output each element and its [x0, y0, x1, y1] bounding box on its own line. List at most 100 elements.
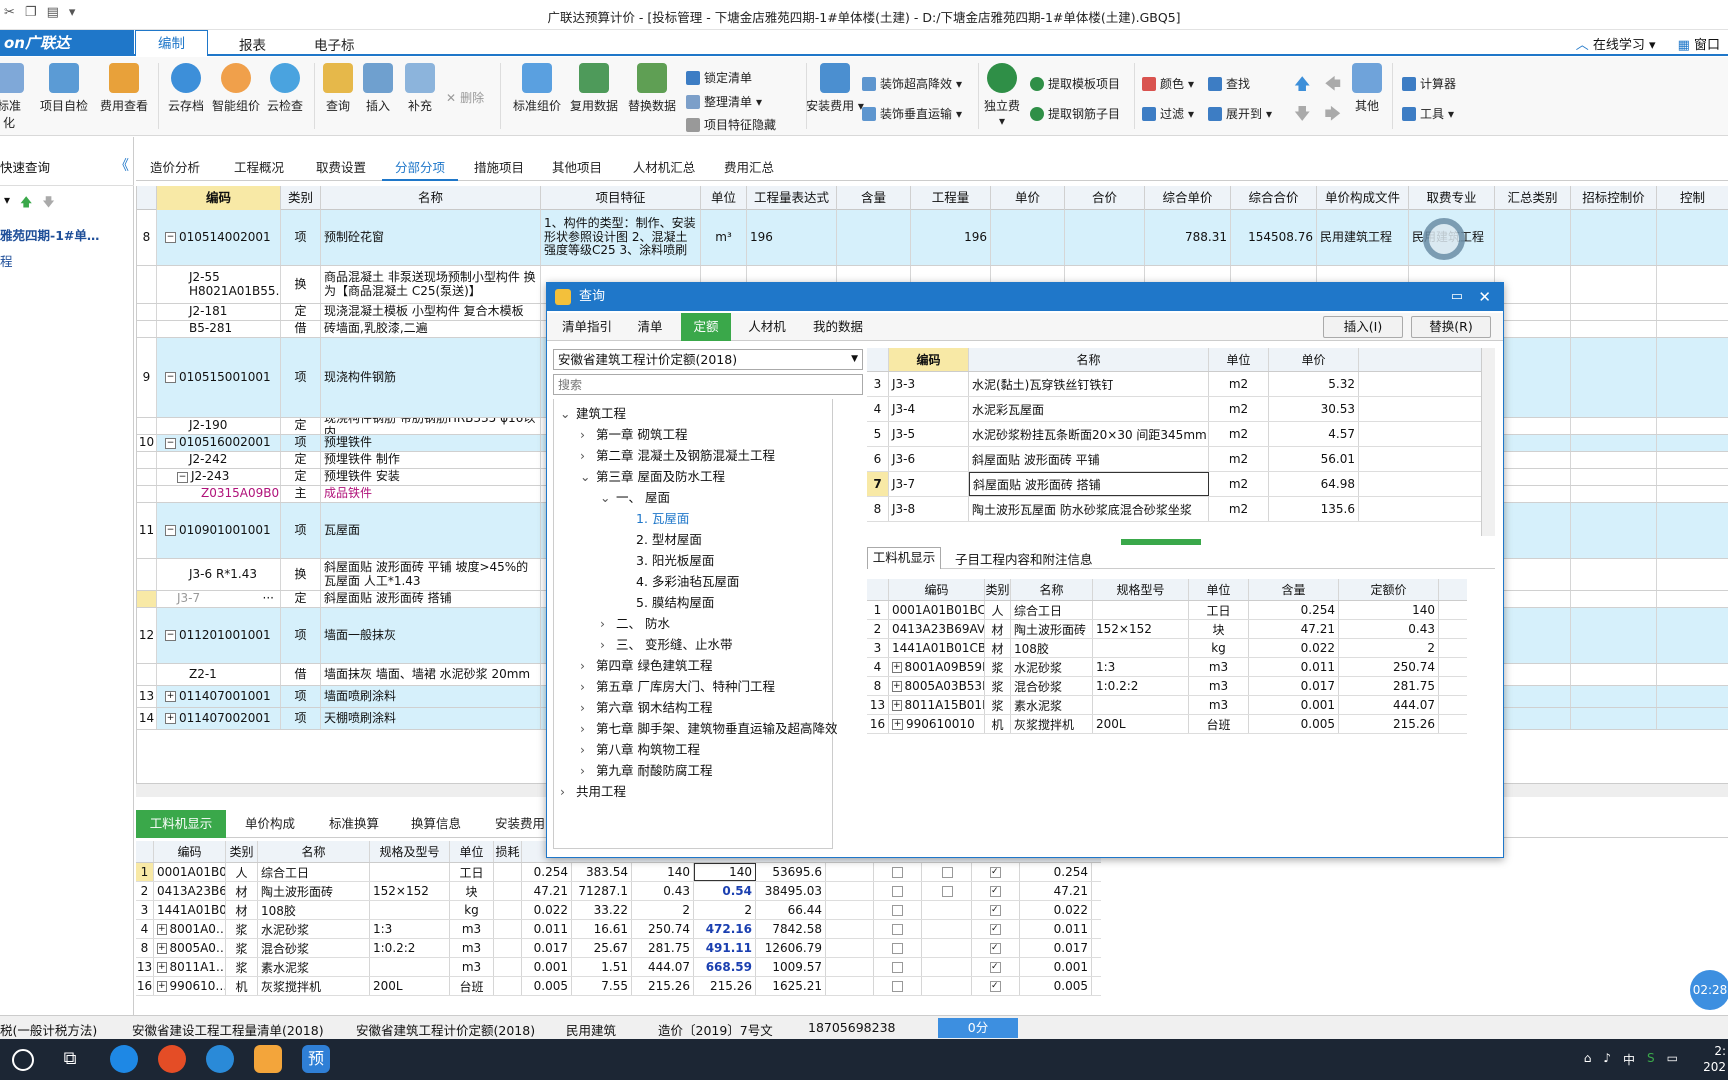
table-cell[interactable]: −010515001001 [157, 338, 281, 417]
table-cell[interactable] [137, 304, 157, 320]
chevron-right-icon[interactable]: › [580, 427, 596, 442]
tab-bill-guide[interactable]: 清单指引 [551, 313, 623, 341]
insert-dialog-button[interactable]: 插入(I) [1323, 316, 1403, 338]
table-cell[interactable]: 383.54 [572, 863, 632, 881]
table-cell[interactable]: 0.43 [632, 882, 694, 900]
table-cell[interactable]: +8011A1… [154, 958, 226, 976]
table-cell[interactable]: 1441A01B0… [154, 901, 226, 919]
table-cell[interactable]: 项 [281, 608, 321, 663]
list-item[interactable]: 1 0001A01B01BC 人综合工日 工日 0.254 140 [867, 601, 1467, 620]
table-cell[interactable]: 定 [281, 469, 321, 485]
table-cell[interactable] [1571, 321, 1657, 337]
table-cell[interactable]: 2 [1339, 639, 1439, 657]
table-cell[interactable] [370, 901, 450, 919]
table-cell[interactable]: 4 [867, 658, 889, 676]
table-cell[interactable] [1657, 338, 1728, 417]
table-cell[interactable] [1495, 486, 1571, 502]
table-cell[interactable]: Z2-1 [157, 664, 281, 685]
table-cell[interactable] [826, 901, 874, 919]
chevron-right-icon[interactable]: › [600, 616, 616, 631]
table-cell[interactable] [1657, 266, 1728, 303]
table-cell[interactable]: m3 [450, 920, 494, 938]
table-cell[interactable] [1093, 601, 1189, 619]
table-cell[interactable]: +011407001001 [157, 686, 281, 707]
insert-button[interactable]: 插入 [358, 63, 398, 114]
table-cell[interactable]: 7.55 [572, 977, 632, 995]
tab-standard-conversion[interactable]: 标准换算 [314, 810, 394, 838]
table-cell[interactable] [1571, 452, 1657, 468]
tree-node[interactable]: › 第一章 砌筑工程 [580, 424, 687, 443]
table-cell[interactable]: 浆 [985, 677, 1011, 695]
table-cell[interactable]: 1:0.2:2 [370, 939, 450, 957]
table-cell[interactable]: 现浇构件钢筋 [321, 338, 541, 417]
project-check-button[interactable]: 项目自检 [34, 63, 94, 114]
table-cell[interactable]: 14 [137, 708, 157, 729]
find-button[interactable]: 查找 [1208, 75, 1250, 92]
table-cell[interactable] [874, 939, 922, 957]
table-cell[interactable] [137, 469, 157, 485]
replace-dialog-button[interactable]: 替换(R) [1411, 316, 1491, 338]
table-cell[interactable]: 215.26 [694, 977, 756, 995]
table-cell[interactable] [1657, 452, 1728, 468]
table-cell[interactable] [874, 958, 922, 976]
quota-row[interactable]: 4 J3-4 水泥彩瓦屋面 m2 30.53 [867, 397, 1495, 422]
table-cell[interactable]: J3-8 [889, 497, 969, 521]
table-cell[interactable]: 47.21 [1020, 882, 1092, 900]
table-cell[interactable]: B5-281 [157, 321, 281, 337]
table-cell[interactable]: 152×152 [370, 882, 450, 900]
table-cell[interactable]: 108胶 [1011, 639, 1093, 657]
table-cell[interactable] [837, 210, 911, 265]
move-arrows-2[interactable]: 🡇 🡆 [1294, 103, 1341, 130]
table-cell[interactable] [1571, 210, 1657, 265]
table-cell[interactable] [826, 958, 874, 976]
table-cell[interactable]: Z0315A09B0… [157, 486, 281, 502]
table-cell[interactable]: 水泥彩瓦屋面 [969, 397, 1209, 421]
table-cell[interactable] [370, 863, 450, 881]
table-cell[interactable]: 墙面一般抹灰 [321, 608, 541, 663]
table-cell[interactable]: 5 [867, 422, 889, 446]
table-cell[interactable]: 工日 [450, 863, 494, 881]
other-button[interactable]: 其他 [1350, 63, 1384, 114]
table-cell[interactable]: 综合工日 [258, 863, 370, 881]
table-cell[interactable]: 30.53 [1269, 397, 1359, 421]
table-cell[interactable]: m3 [450, 939, 494, 957]
tree-node[interactable]: › 第八章 构筑物工程 [580, 739, 700, 758]
status-score[interactable]: 0分 [938, 1018, 1018, 1038]
table-cell[interactable]: 200L [370, 977, 450, 995]
table-cell[interactable]: 1441A01B01CB [889, 639, 985, 657]
chevron-right-icon[interactable]: › [580, 658, 596, 673]
table-cell[interactable]: 0413A23B69AV [889, 620, 985, 638]
table-cell[interactable] [1495, 266, 1571, 303]
calculator-button[interactable]: 计算器 [1402, 75, 1456, 92]
table-cell[interactable]: 1009.57 [756, 958, 826, 976]
table-cell[interactable]: 0.254 [1249, 601, 1339, 619]
list-item[interactable]: 16 +990610010 机灰浆搅拌机 200L 台班 0.005 215.26 [867, 715, 1467, 734]
table-cell[interactable]: 0001A01B0… [154, 863, 226, 881]
table-cell[interactable]: +011407002001 [157, 708, 281, 729]
table-cell[interactable] [1495, 321, 1571, 337]
table-cell[interactable]: 墙面喷刷涂料 [321, 686, 541, 707]
menu-tab-report[interactable]: 报表 [239, 34, 266, 54]
table-cell[interactable]: 16 [867, 715, 889, 733]
tree-node[interactable]: 5. 膜结构屋面 [620, 592, 714, 611]
table-cell[interactable] [494, 977, 522, 995]
table-cell[interactable]: 块 [1189, 620, 1249, 638]
table-cell[interactable]: 6 [867, 447, 889, 471]
table-cell[interactable]: m2 [1209, 472, 1269, 496]
list-item[interactable]: 13 +8011A1… 浆素水泥浆 m3 0.001 1.51 444.07 668.59 10… [136, 958, 1101, 977]
table-cell[interactable]: 1625.21 [756, 977, 826, 995]
table-cell[interactable] [1571, 469, 1657, 485]
table-cell[interactable]: 16 [136, 977, 154, 995]
expand-toggle-icon[interactable]: + [892, 699, 902, 711]
network-icon[interactable]: ⌂ [1584, 1051, 1592, 1068]
table-cell[interactable]: 281.75 [1339, 677, 1439, 695]
table-cell[interactable]: 4 [136, 920, 154, 938]
table-cell[interactable] [1657, 708, 1728, 729]
table-cell[interactable] [924, 920, 972, 938]
table-cell[interactable]: 浆 [226, 939, 258, 957]
table-cell[interactable]: −011201001001 [157, 608, 281, 663]
table-cell[interactable] [1495, 338, 1571, 417]
table-cell[interactable]: 水泥砂浆粉挂瓦条断面20×30 间距345mm [969, 422, 1209, 446]
table-cell[interactable]: 196 [911, 210, 991, 265]
table-cell[interactable] [1495, 608, 1571, 663]
